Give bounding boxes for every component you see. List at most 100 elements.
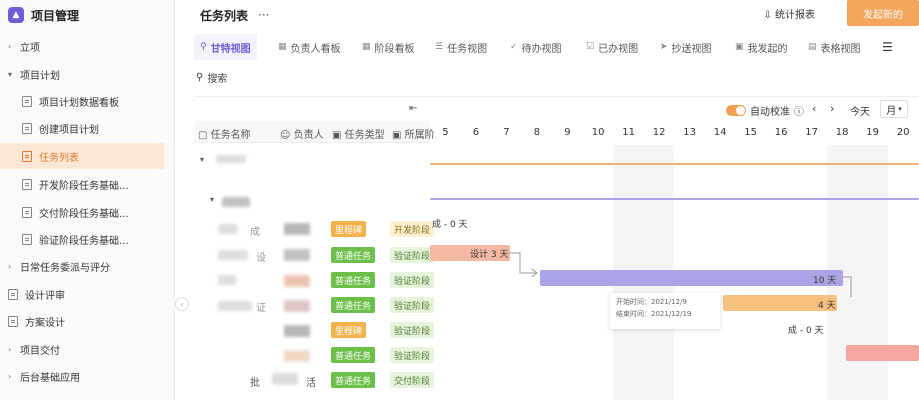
task-tooltip: 开始时间：2021/12/9 结束时间：2021/12/19 [610, 293, 720, 329]
collapse-table-icon[interactable]: ⇤ [409, 103, 417, 114]
tab-owner-board[interactable]: ▦ 负责人看板 [278, 34, 341, 60]
tab-label: 抄送视图 [671, 43, 712, 55]
group-summary-bar [430, 163, 919, 165]
today-button[interactable]: 今天 [850, 103, 870, 118]
collapse-sidebar-button[interactable]: ‹ [175, 297, 189, 311]
task-bar[interactable] [846, 345, 919, 361]
phase-tag: 验证阶段 [390, 272, 435, 288]
column-header-phase[interactable]: ▣ 所属阶 [392, 126, 435, 141]
auto-calibrate-toggle[interactable]: 自动校准 ⓘ [726, 103, 804, 118]
gantt-grid: ⇤ ▢ 任务名称 ☺ 负责人 ▣ 任务类型 ▣ 所属阶 ▾ ▾ 成 里程碑 开发… [194, 96, 919, 400]
toggle-switch[interactable] [726, 105, 746, 116]
column-header-owner[interactable]: ☺ 负责人 [280, 126, 324, 141]
type-tag: 普通任务 [331, 247, 376, 263]
sidebar-item-daily-tasks[interactable]: › 日常任务委派与评分 [0, 253, 110, 279]
column-header-type[interactable]: ▣ 任务类型 [332, 126, 385, 141]
dependency-arrow [510, 252, 538, 278]
tab-label: 已办视图 [598, 43, 639, 55]
search-input[interactable]: 搜索 [207, 70, 227, 85]
day-header: 11 [622, 127, 635, 138]
avatar [284, 325, 310, 337]
day-header: 17 [805, 127, 818, 138]
document-icon [22, 95, 32, 107]
avatar [284, 275, 310, 287]
search-icon: ⚲ [196, 72, 204, 83]
menu-icon[interactable]: ☰ [882, 34, 893, 60]
phase-tag: 开发阶段 [390, 221, 435, 237]
sidebar-item-verify-tasks[interactable]: 验证阶段任务基础... [0, 226, 129, 252]
task-name-fragment: 证 [256, 303, 266, 314]
sidebar-item-delivery-tasks[interactable]: 交付阶段任务基础... [0, 199, 129, 225]
tab-table-view[interactable]: ▤ 表格视图 [808, 34, 861, 60]
sidebar-item-lixiang[interactable]: › 立项 [0, 33, 40, 59]
sidebar-item-dashboard[interactable]: 项目计划数据看板 [0, 88, 119, 114]
document-icon [22, 233, 32, 245]
chevron-down-icon: ▾ [898, 105, 902, 113]
task-name-fragment: 活 [306, 378, 316, 389]
tab-task-view[interactable]: ☰ 任务视图 [435, 34, 487, 60]
board-icon: ▦ [362, 42, 371, 52]
type-tag: 普通任务 [331, 347, 376, 363]
header-label: 任务名称 [210, 130, 251, 141]
app-logo-icon: ▲ [8, 7, 24, 23]
day-header: 5 [442, 127, 449, 138]
day-header: 9 [564, 127, 571, 138]
sidebar-item-label: 交付阶段任务基础... [39, 208, 129, 220]
sidebar-item-solution-design[interactable]: 方案设计 [0, 308, 65, 334]
blurred-text [218, 301, 252, 311]
chevron-down-icon[interactable]: ▾ [210, 195, 214, 204]
milestone-label: 成 - 0 天 [788, 326, 824, 336]
type-tag: 普通任务 [331, 297, 376, 313]
phase-tag: 验证阶段 [390, 247, 435, 263]
phase-tag: 验证阶段 [390, 297, 435, 313]
tab-label: 阶段看板 [374, 43, 415, 55]
phase-icon: ▣ [392, 130, 405, 141]
table-header: ▢ 任务名称 ☺ 负责人 ▣ 任务类型 ▣ 所属阶 [194, 121, 435, 143]
sidebar-item-dev-tasks[interactable]: 开发阶段任务基础... [0, 171, 129, 197]
sidebar-item-label: 立项 [20, 42, 40, 54]
blurred-text [216, 155, 246, 163]
tab-cc-view[interactable]: ➤ 抄送视图 [660, 34, 712, 60]
search-bar[interactable]: ⚲ 搜索 [196, 70, 227, 85]
sidebar-item-label: 项目计划 [20, 70, 60, 82]
tab-label: 待办视图 [521, 43, 562, 55]
prev-icon[interactable]: ‹ [812, 102, 816, 115]
tab-gantt[interactable]: ⚲ 甘特视图 [194, 34, 257, 60]
sidebar-item-delivery[interactable]: › 项目交付 [0, 336, 60, 362]
document-icon [8, 315, 18, 327]
day-header: 10 [591, 127, 605, 138]
chevron-right-icon: › [8, 41, 12, 51]
board-icon: ▦ [278, 42, 287, 52]
tab-todo-view[interactable]: ✓ 待办视图 [510, 34, 562, 60]
type-icon: ▣ [332, 130, 345, 141]
day-header: 18 [835, 127, 849, 138]
tab-label: 甘特视图 [210, 43, 251, 55]
type-tag: 普通任务 [331, 372, 376, 388]
sidebar-item-backend-apps[interactable]: › 后台基础应用 [0, 363, 80, 389]
tooltip-start: 开始时间：2021/12/9 [616, 298, 687, 306]
month-value: 月 [886, 105, 897, 117]
tab-done-view[interactable]: ☑ 已办视图 [586, 34, 638, 60]
user-icon: ☺ [280, 130, 294, 141]
sidebar-item-label: 日常任务委派与评分 [20, 262, 110, 274]
sidebar-item-design-review[interactable]: 设计评审 [0, 281, 65, 307]
dependency-arrow [843, 276, 852, 297]
tab-phase-board[interactable]: ▦ 阶段看板 [362, 34, 415, 60]
info-icon[interactable]: ⓘ [794, 103, 804, 118]
chevron-down-icon[interactable]: ▾ [200, 155, 204, 164]
sidebar-item-project-plan[interactable]: ▾ 项目计划 [0, 61, 60, 87]
sidebar-item-label: 方案设计 [25, 317, 65, 329]
tab-label: 负责人看板 [290, 43, 341, 55]
tab-initiated[interactable]: ▣ 我发起的 [735, 34, 788, 60]
task-bar-label: 设计 3 天 [470, 250, 509, 260]
column-header-task-name[interactable]: ▢ 任务名称 [198, 126, 251, 141]
next-icon[interactable]: › [830, 102, 834, 115]
task-bar[interactable] [540, 270, 843, 286]
more-icon[interactable]: ··· [258, 8, 269, 22]
sidebar-item-create-plan[interactable]: 创建项目计划 [0, 115, 99, 141]
day-header: 16 [774, 127, 788, 138]
stat-report-button[interactable]: ⇩ 统计报表 [763, 6, 815, 21]
month-select[interactable]: 月 ▾ [880, 100, 908, 118]
sidebar-item-task-list[interactable]: 任务列表 [0, 143, 164, 169]
launch-new-button[interactable]: 发起新的 [847, 0, 919, 26]
